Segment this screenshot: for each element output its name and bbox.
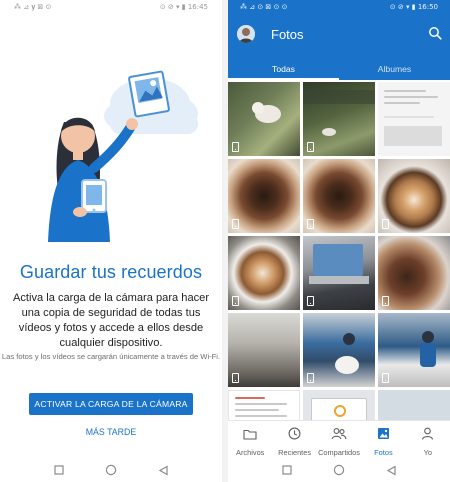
status-bar: ⁂ ⊿ ⊙ ⊠ ⊙ ⊙ ⊙ ⊘ ▾ ▮ 16:50 (228, 0, 450, 16)
status-icons-right: ⊙ ⊘ ▾ ▮ 16:45 (159, 3, 208, 11)
avatar[interactable] (237, 25, 255, 43)
onboarding-screen: ⁂ ⊿ 𝐲 ⊠ ⊙ ⊙ ⊘ ▾ ▮ 16:45 Guardar tus recu… (0, 0, 222, 482)
status-icons-right: ⊙ ⊘ ▾ ▮ 16:50 (389, 3, 438, 11)
video-badge-icon (232, 373, 239, 383)
photo-tile[interactable] (228, 159, 300, 233)
photo-tile[interactable] (228, 82, 300, 156)
search-icon[interactable] (428, 26, 442, 40)
system-nav-bar (228, 458, 450, 482)
upload-illustration (48, 70, 198, 242)
nav-label: Archivos (236, 448, 265, 457)
video-badge-icon (307, 296, 314, 306)
photo-icon (377, 427, 390, 445)
video-badge-icon (232, 219, 239, 229)
photo-tile[interactable] (303, 159, 375, 233)
photo-tile[interactable] (378, 159, 450, 233)
nav-label: Compartidos (318, 448, 360, 457)
back-triangle-icon[interactable] (384, 463, 398, 477)
nav-label: Yo (423, 448, 433, 457)
nav-item-fotos[interactable]: Fotos (361, 421, 405, 458)
clock-icon (288, 427, 301, 445)
photo-tile[interactable] (378, 236, 450, 310)
photo-tile[interactable] (378, 82, 450, 156)
nav-item-compartidos[interactable]: Compartidos (317, 421, 361, 458)
recents-square-icon[interactable] (280, 463, 294, 477)
nav-item-recientes[interactable]: Recientes (272, 421, 316, 458)
photo-tile[interactable] (303, 236, 375, 310)
wifi-note: Las fotos y los vídeos se cargarán única… (1, 352, 221, 361)
nav-item-archivos[interactable]: Archivos (228, 421, 272, 458)
system-nav-bar (0, 458, 222, 482)
onboarding-headline: Guardar tus recuerdos (19, 262, 203, 282)
home-circle-icon[interactable] (332, 463, 346, 477)
photo-tile[interactable] (303, 313, 375, 387)
video-badge-icon (232, 142, 239, 152)
video-badge-icon (232, 296, 239, 306)
nav-label: Recientes (278, 448, 312, 457)
photo-tabs: Todas Albumes (228, 60, 450, 80)
later-button[interactable]: MÁS TARDE (60, 425, 162, 439)
page-title: Fotos (271, 27, 304, 42)
app-bar: Fotos Todas Albumes (228, 16, 450, 80)
status-icons-left: ⁂ ⊿ 𝐲 ⊠ ⊙ (14, 3, 52, 11)
video-badge-icon (307, 373, 314, 383)
nav-item-yo[interactable]: Yo (406, 421, 450, 458)
photo-tile[interactable] (303, 82, 375, 156)
cloud-photo-icon (104, 70, 198, 134)
person-icon (421, 427, 434, 445)
bottom-navigation: Archivos Recientes Compartidos Fotos Yo (228, 420, 450, 458)
woman-figure (48, 117, 138, 242)
onboarding-description: Activa la carga de la cámara para hacer … (12, 292, 210, 349)
status-bar: ⁂ ⊿ 𝐲 ⊠ ⊙ ⊙ ⊘ ▾ ▮ 16:45 (0, 0, 222, 16)
status-icons-left: ⁂ ⊿ ⊙ ⊠ ⊙ ⊙ (240, 3, 288, 11)
photo-tile[interactable] (228, 236, 300, 310)
people-icon (331, 427, 347, 445)
recents-square-icon[interactable] (52, 463, 66, 477)
photos-screen: ⁂ ⊿ ⊙ ⊠ ⊙ ⊙ ⊙ ⊘ ▾ ▮ 16:50 Fotos Todas Al… (228, 0, 450, 482)
back-triangle-icon[interactable] (156, 463, 170, 477)
photo-tile[interactable] (378, 313, 450, 387)
video-badge-icon (307, 142, 314, 152)
tab-todas[interactable]: Todas (228, 60, 339, 80)
home-circle-icon[interactable] (104, 463, 118, 477)
photo-grid (228, 82, 450, 464)
nav-label: Fotos (374, 448, 393, 457)
photo-tile[interactable] (228, 313, 300, 387)
video-badge-icon (382, 219, 389, 229)
tab-albumes[interactable]: Albumes (339, 60, 450, 80)
folder-icon (243, 427, 257, 445)
enable-camera-upload-button[interactable]: ACTIVAR LA CARGA DE LA CÁMARA (29, 393, 193, 415)
video-badge-icon (307, 219, 314, 229)
video-badge-icon (382, 373, 389, 383)
video-badge-icon (382, 296, 389, 306)
